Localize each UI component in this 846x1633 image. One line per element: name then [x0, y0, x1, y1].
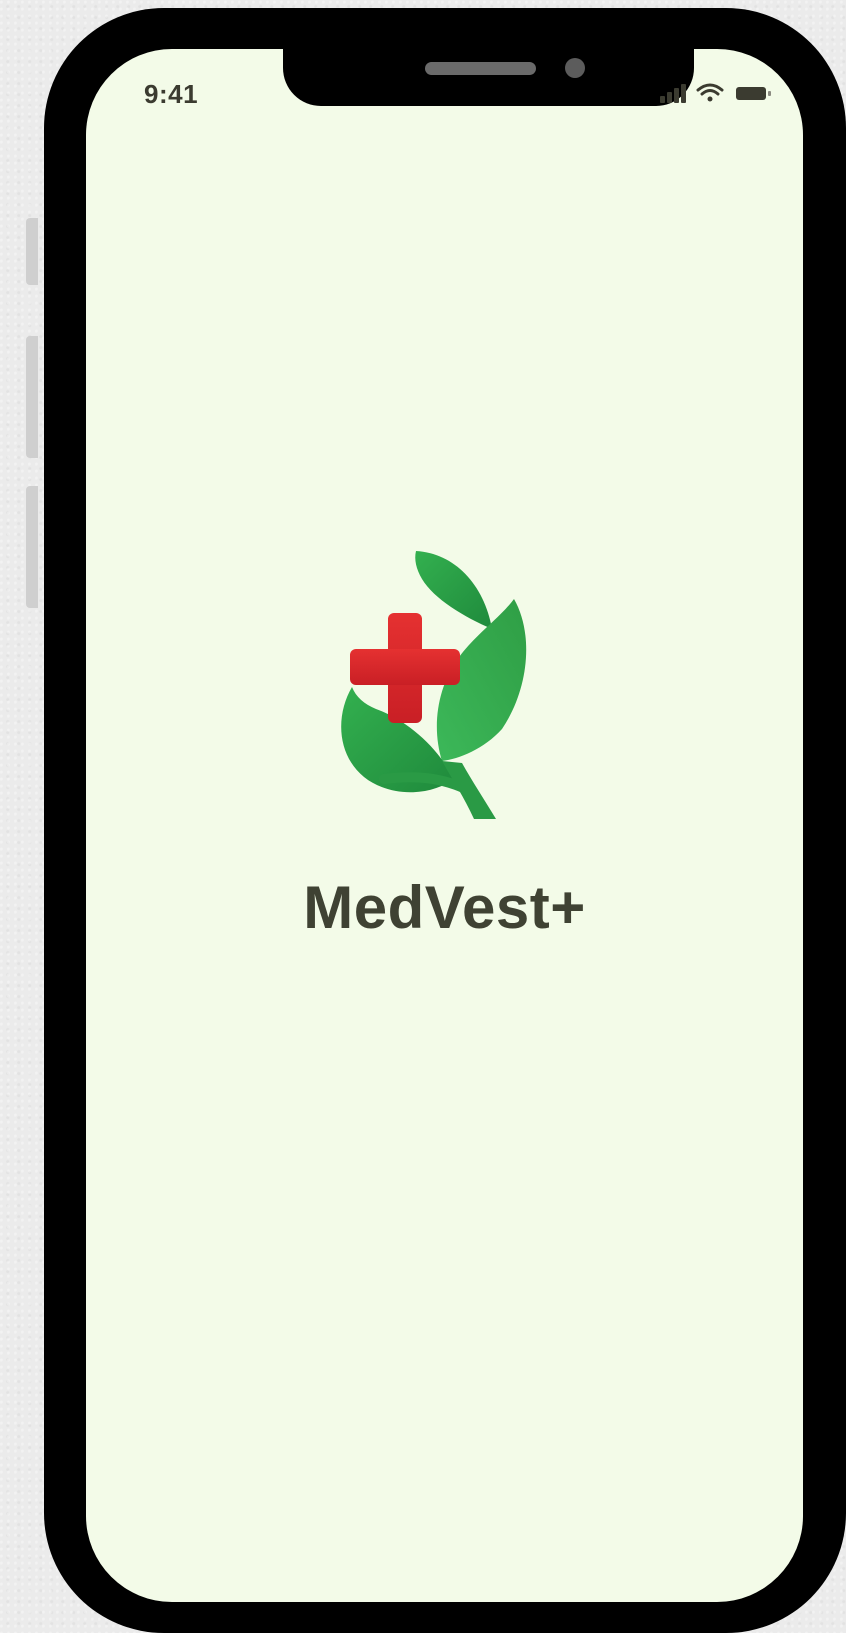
signal-icon	[660, 84, 686, 103]
phone-frame: 9:41 MedVest+	[44, 8, 846, 1633]
status-time: 9:41	[144, 79, 199, 109]
wifi-icon	[696, 83, 724, 102]
volume-up-button	[26, 336, 38, 458]
status-icons	[660, 83, 771, 103]
top-leaf-icon	[415, 551, 492, 629]
speaker-grille	[425, 62, 536, 75]
splash-screen[interactable]: 9:41 MedVest+	[86, 49, 803, 1602]
mockup-background: 9:41 MedVest+	[0, 0, 846, 1633]
app-name: MedVest+	[303, 874, 586, 941]
volume-down-button	[26, 486, 38, 608]
app-logo	[341, 551, 527, 819]
battery-icon	[736, 87, 771, 100]
mute-switch	[26, 218, 38, 285]
front-camera	[565, 58, 585, 78]
notch	[283, 49, 694, 106]
